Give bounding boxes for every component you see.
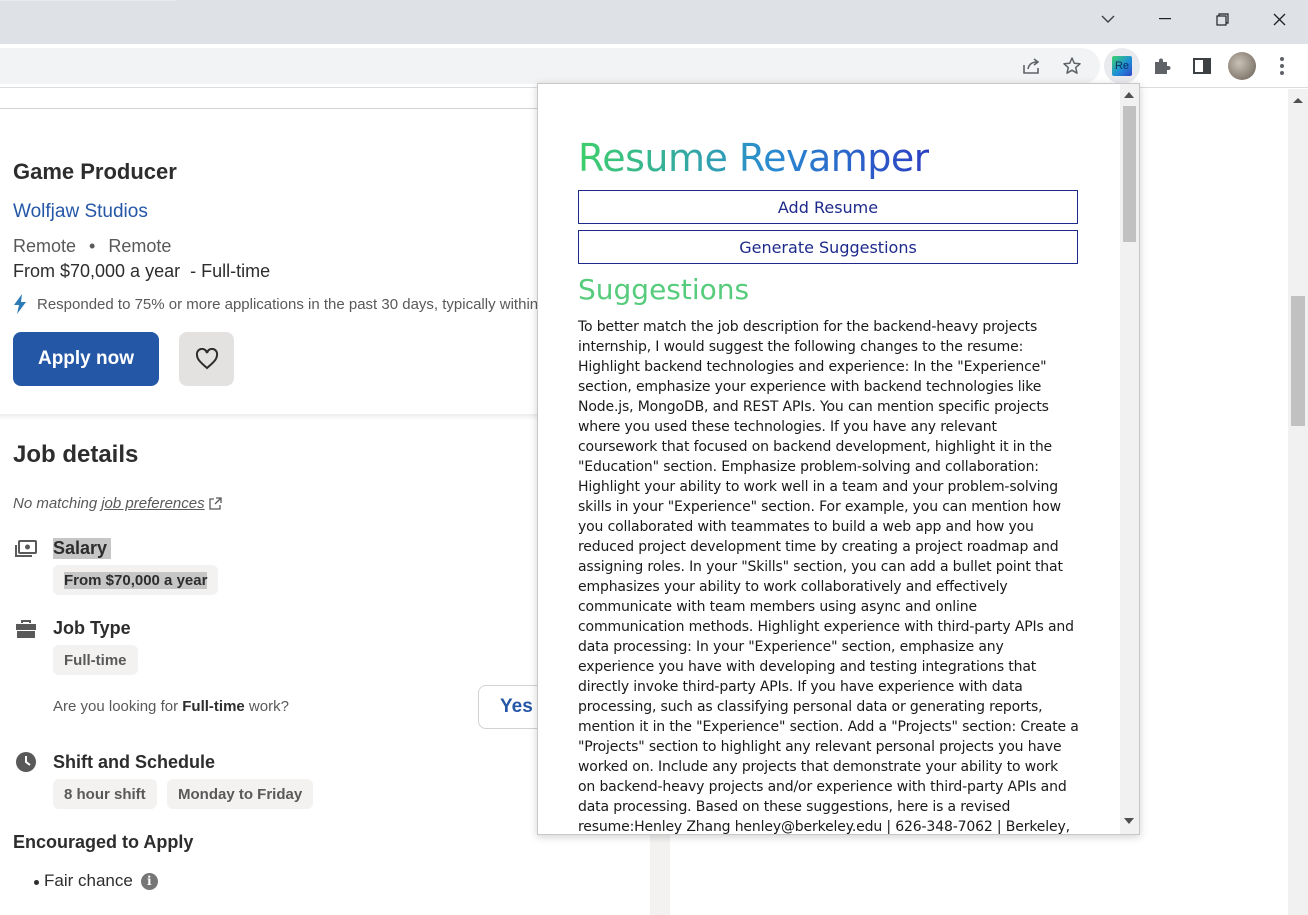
shift-schedule-label: Shift and Schedule xyxy=(53,752,216,772)
encouraged-list-item: Fair chance i xyxy=(34,871,158,891)
bookmark-star-button[interactable] xyxy=(1058,52,1086,80)
job-preferences-note: No matching job preferences xyxy=(13,495,222,512)
job-type-label: Job Type xyxy=(53,618,131,638)
restore-icon xyxy=(1215,12,1229,26)
resume-revamper-popup: Resume Revamper Add Resume Generate Sugg… xyxy=(537,83,1140,835)
shift-pill-2: Monday to Friday xyxy=(167,779,314,809)
apply-now-button[interactable]: Apply now xyxy=(13,332,159,386)
close-button[interactable] xyxy=(1251,0,1307,38)
resume-revamper-logo-icon: Re xyxy=(1112,56,1132,76)
browser-toolbar: Re xyxy=(0,44,1308,88)
question-prefix: Are you looking for xyxy=(53,698,179,715)
job-details-heading: Job details xyxy=(13,441,139,468)
minimize-button[interactable] xyxy=(1137,0,1193,38)
app-title: Resume Revamper xyxy=(578,136,929,180)
location-secondary: Remote xyxy=(108,236,172,256)
restore-button[interactable] xyxy=(1194,0,1250,38)
popup-scroll-down-icon[interactable] xyxy=(1124,818,1134,824)
salary-value: From $70,000 a year xyxy=(64,571,208,589)
salary-summary: From $70,000 a year - Full-time xyxy=(13,261,271,281)
question-bold: Full-time xyxy=(182,698,245,715)
salary-label: Salary xyxy=(53,538,112,559)
share-icon xyxy=(1023,58,1040,74)
chevron-down-icon xyxy=(1101,15,1115,23)
side-panel-icon xyxy=(1193,58,1211,74)
popup-scroll-up-icon[interactable] xyxy=(1124,92,1134,98)
puzzle-icon xyxy=(1155,58,1171,74)
side-panel-button[interactable] xyxy=(1188,52,1216,80)
kebab-menu-icon xyxy=(1280,57,1284,75)
page-scrollbar[interactable] xyxy=(1288,89,1308,915)
job-preferences-link[interactable]: job preferences xyxy=(101,495,204,512)
job-type-question: Are you looking for Full-time work? xyxy=(53,698,289,715)
browser-title-bar xyxy=(0,0,1308,44)
profile-avatar[interactable] xyxy=(1228,52,1256,80)
encouraged-to-apply-heading: Encouraged to Apply xyxy=(13,832,194,852)
salary-pill: From $70,000 a year xyxy=(53,565,219,595)
job-type-pill: Full-time xyxy=(53,645,138,675)
clock-icon xyxy=(14,750,38,774)
save-job-button[interactable] xyxy=(179,332,234,386)
lightning-bolt-icon xyxy=(14,294,26,314)
company-link[interactable]: Wolfjaw Studios xyxy=(13,201,148,223)
resume-revamper-extension-button[interactable]: Re xyxy=(1104,48,1140,84)
share-button[interactable] xyxy=(1018,52,1046,80)
page-scrollbar-thumb[interactable] xyxy=(1291,296,1305,426)
job-location: Remote • Remote xyxy=(13,236,171,257)
minimize-icon xyxy=(1159,18,1171,20)
generate-suggestions-button[interactable]: Generate Suggestions xyxy=(578,230,1078,264)
money-icon xyxy=(14,537,38,561)
shift-pill-1: 8 hour shift xyxy=(53,779,157,809)
popup-scrollbar-thumb[interactable] xyxy=(1123,106,1136,242)
question-suffix: work? xyxy=(248,698,289,715)
browser-menu-button[interactable] xyxy=(1268,52,1296,80)
heart-icon xyxy=(195,348,218,370)
suggestions-heading: Suggestions xyxy=(578,273,750,306)
responsiveness-text: Responded to 75% or more applications in… xyxy=(37,295,579,313)
header-divider xyxy=(0,108,540,109)
job-title: Game Producer xyxy=(13,159,177,184)
location-separator: • xyxy=(89,236,96,256)
info-icon[interactable]: i xyxy=(140,872,158,890)
add-resume-button[interactable]: Add Resume xyxy=(578,190,1078,224)
responsiveness-note: Responded to 75% or more applications in… xyxy=(13,294,579,314)
address-bar[interactable] xyxy=(0,48,1100,84)
briefcase-icon xyxy=(14,617,38,641)
suggestions-text: To better match the job description for … xyxy=(578,319,1079,835)
close-icon xyxy=(1273,13,1285,25)
star-icon xyxy=(1063,57,1081,74)
location-primary: Remote xyxy=(13,236,77,256)
external-link-icon xyxy=(208,497,222,510)
extensions-button[interactable] xyxy=(1148,52,1176,80)
no-match-text: No matching xyxy=(13,495,98,512)
tab-strip xyxy=(0,0,176,1)
scroll-up-arrow-icon[interactable] xyxy=(1288,93,1308,107)
tab-search-button[interactable] xyxy=(1080,0,1136,38)
fair-chance-text: Fair chance xyxy=(44,871,133,890)
